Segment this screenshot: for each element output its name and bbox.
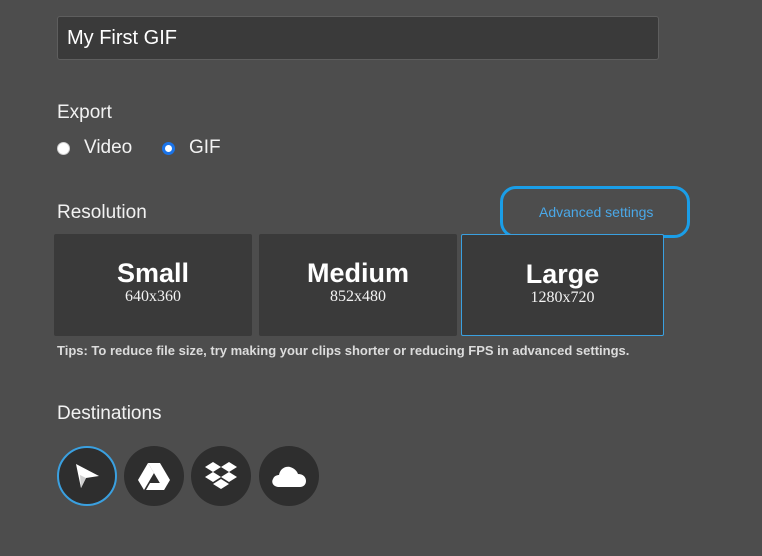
destination-google-drive-button[interactable] xyxy=(124,446,184,506)
resolution-name: Medium xyxy=(306,258,409,288)
radio-unchecked-indicator[interactable] xyxy=(57,141,70,155)
resolution-option-small[interactable]: Small 640x360 xyxy=(54,234,252,336)
resolution-dimensions: 640x360 xyxy=(125,288,181,305)
resolution-option-large[interactable]: Large 1280x720 xyxy=(461,234,664,336)
destination-cloud-button[interactable] xyxy=(259,446,319,506)
resolution-name: Large xyxy=(525,259,600,289)
export-gif-radio[interactable]: GIF xyxy=(162,137,221,159)
dropbox-icon xyxy=(205,462,237,489)
resolution-name: Small xyxy=(116,258,190,288)
gif-title-input[interactable] xyxy=(57,16,659,60)
resolution-option-medium[interactable]: Medium 852x480 xyxy=(259,234,457,336)
radio-checked-indicator[interactable] xyxy=(162,141,175,155)
destinations-label: Destinations xyxy=(57,403,162,424)
export-gif-label[interactable]: GIF xyxy=(189,137,221,159)
destination-share-button[interactable] xyxy=(57,446,117,506)
export-label: Export xyxy=(57,102,112,123)
resolution-label: Resolution xyxy=(57,202,147,223)
export-video-radio[interactable]: Video xyxy=(57,137,132,159)
destination-dropbox-button[interactable] xyxy=(191,446,251,506)
resolution-dimensions: 852x480 xyxy=(330,288,386,305)
export-video-label[interactable]: Video xyxy=(84,137,132,159)
cloud-icon xyxy=(272,466,306,487)
google-drive-icon xyxy=(138,463,170,490)
resolution-dimensions: 1280x720 xyxy=(530,289,595,306)
resolution-tips: Tips: To reduce file size, try making yo… xyxy=(57,343,630,358)
send-arrow-icon xyxy=(76,464,99,488)
advanced-settings-link[interactable]: Advanced settings xyxy=(539,204,653,220)
